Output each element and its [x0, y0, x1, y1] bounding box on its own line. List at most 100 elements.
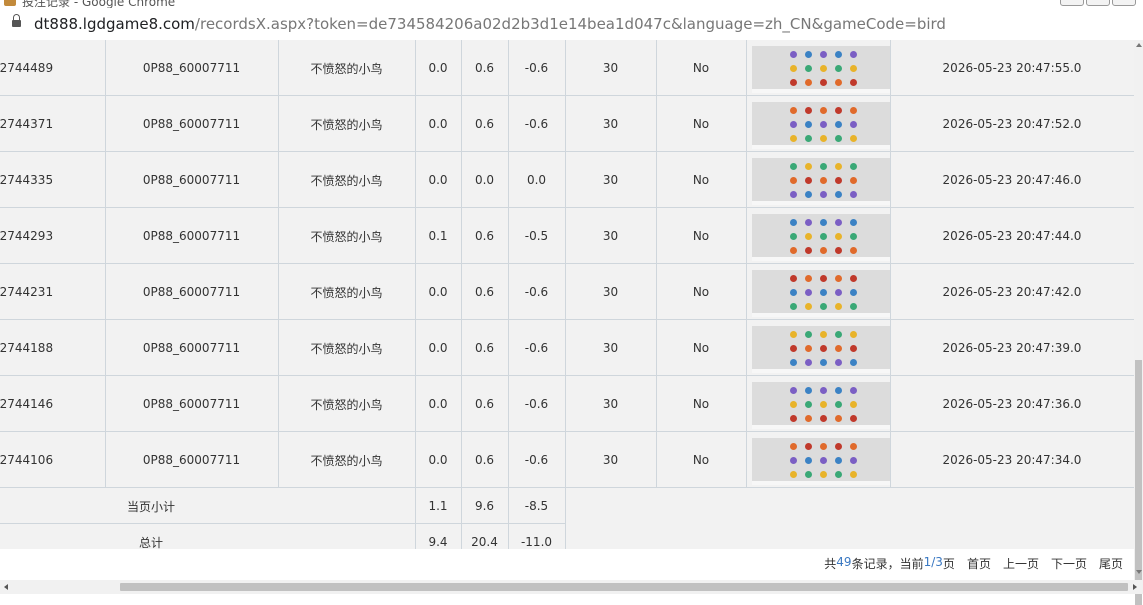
reel-symbol: [835, 247, 842, 254]
cell-id: 72744106: [0, 453, 54, 467]
cell-account: 0P88_60007711: [142, 397, 241, 411]
scroll-down-arrow-icon[interactable]: [1136, 570, 1142, 574]
cell-win: 0.0: [428, 173, 448, 187]
reel-symbol: [820, 79, 827, 86]
cell-time: 2026-05-23 20:47:34.0: [942, 453, 1082, 467]
cell-net: 0.0: [526, 173, 547, 187]
cell-flag: No: [692, 341, 710, 355]
scroll-right-arrow-icon[interactable]: [1133, 584, 1137, 590]
cell-account: 0P88_60007711: [142, 173, 241, 187]
reel-symbol: [820, 233, 827, 240]
reel-symbol: [835, 65, 842, 72]
reel-symbol: [790, 79, 797, 86]
address-bar[interactable]: dt888.lgdgame8.com/recordsX.aspx?token=d…: [0, 8, 1143, 41]
reel-symbol: [790, 345, 797, 352]
reel-symbol: [835, 135, 842, 142]
reel-symbol: [790, 177, 797, 184]
cell-id: 72744231: [0, 285, 54, 299]
last-page-link[interactable]: 尾页: [1099, 555, 1123, 573]
reel-symbol: [820, 359, 827, 366]
reel-symbol: [850, 443, 857, 450]
pager-total: 49: [836, 555, 852, 569]
cell-id: 72744188: [0, 341, 54, 355]
reel-symbol: [820, 331, 827, 338]
reel-symbol: [820, 135, 827, 142]
result-thumbnail[interactable]: [752, 270, 890, 317]
reel-symbol: [820, 191, 827, 198]
table-row[interactable]: 72744188 0P88_60007711 不愤怒的小鸟 0.0 0.6 -0.6 30 N…: [0, 320, 1134, 376]
reel-symbol: [850, 135, 857, 142]
reel-symbol: [850, 331, 857, 338]
reel-symbol: [805, 331, 812, 338]
result-thumbnail[interactable]: [752, 382, 890, 429]
reel-symbol: [850, 275, 857, 282]
table-row[interactable]: 72744371 0P88_60007711 不愤怒的小鸟 0.0 0.6 -0.6 30 N…: [0, 96, 1134, 152]
reel-symbol: [790, 121, 797, 128]
table-row[interactable]: 72744335 0P88_60007711 不愤怒的小鸟 0.0 0.0 0.0 30 No…: [0, 152, 1134, 208]
reel-symbol: [850, 247, 857, 254]
thumbnail-strip: [752, 425, 890, 429]
reel-symbol: [820, 457, 827, 464]
minimize-button[interactable]: [1060, 0, 1084, 6]
close-button[interactable]: [1112, 0, 1136, 6]
cell-id: 72744371: [0, 117, 54, 131]
cell-game: 不愤怒的小鸟: [310, 117, 383, 132]
reel-symbol: [805, 121, 812, 128]
cell-lines: 30: [602, 117, 619, 131]
reel-symbol: [835, 331, 842, 338]
cell-win: 0.0: [428, 61, 448, 75]
first-page-link[interactable]: 首页: [967, 555, 991, 573]
reel-symbol: [805, 471, 812, 478]
vertical-scroll-thumb[interactable]: [1135, 360, 1142, 605]
horizontal-scrollbar[interactable]: [0, 580, 1143, 594]
result-thumbnail[interactable]: [752, 326, 890, 373]
table-row[interactable]: 72744146 0P88_60007711 不愤怒的小鸟 0.0 0.6 -0.6 30 N…: [0, 376, 1134, 432]
table-row[interactable]: 72744489 0P88_60007711 不愤怒的小鸟 0.0 0.6 -0.6 30 N…: [0, 40, 1134, 96]
pager-page-unit: 页: [942, 557, 955, 571]
horizontal-scroll-thumb[interactable]: [120, 583, 1128, 591]
reel-symbol: [790, 331, 797, 338]
reel-symbol: [790, 415, 797, 422]
scroll-left-arrow-icon[interactable]: [4, 584, 8, 590]
result-thumbnail[interactable]: [752, 214, 890, 261]
reel-symbol: [790, 107, 797, 114]
scroll-up-arrow-icon[interactable]: [1136, 43, 1142, 47]
table-row[interactable]: 72744231 0P88_60007711 不愤怒的小鸟 0.0 0.6 -0.6 30 N…: [0, 264, 1134, 320]
cell-account: 0P88_60007711: [142, 61, 241, 75]
maximize-button[interactable]: [1086, 0, 1110, 6]
cell-account: 0P88_60007711: [142, 285, 241, 299]
prev-page-link[interactable]: 上一页: [1003, 555, 1039, 573]
reel-symbol: [790, 247, 797, 254]
next-page-link[interactable]: 下一页: [1051, 555, 1087, 573]
table-row[interactable]: 72744293 0P88_60007711 不愤怒的小鸟 0.1 0.6 -0.5 30 N…: [0, 208, 1134, 264]
cell-flag: No: [692, 117, 710, 131]
reel-symbol: [820, 401, 827, 408]
result-thumbnail[interactable]: [752, 158, 890, 205]
cell-game: 不愤怒的小鸟: [310, 61, 383, 76]
result-thumbnail[interactable]: [752, 46, 890, 93]
cell-lines: 30: [602, 285, 619, 299]
cell-account: 0P88_60007711: [142, 341, 241, 355]
vertical-scrollbar[interactable]: [1134, 40, 1143, 605]
pager-prefix: 共: [824, 557, 837, 571]
reel-symbol: [850, 387, 857, 394]
reel-symbol: [820, 177, 827, 184]
table-row[interactable]: 72744106 0P88_60007711 不愤怒的小鸟 0.0 0.6 -0.6 30 N…: [0, 432, 1134, 488]
cell-bet: 0.6: [474, 453, 495, 467]
cell-net: -0.6: [524, 61, 549, 75]
cell-net: -0.6: [524, 453, 549, 467]
url-text[interactable]: dt888.lgdgame8.com/recordsX.aspx?token=d…: [34, 15, 946, 33]
result-thumbnail[interactable]: [752, 438, 890, 485]
reel-symbol: [805, 107, 812, 114]
cell-win: 0.0: [428, 397, 448, 411]
reel-symbol: [805, 191, 812, 198]
cell-win: 0.0: [428, 117, 448, 131]
result-thumbnail[interactable]: [752, 102, 890, 149]
lock-icon[interactable]: [12, 14, 21, 27]
cell-net: -0.6: [524, 285, 549, 299]
cell-net: -0.6: [524, 117, 549, 131]
reel-symbol: [850, 303, 857, 310]
cell-win: 0.1: [428, 229, 448, 243]
page-subtotal-win: 1.1: [428, 499, 448, 513]
reel-symbol: [820, 247, 827, 254]
